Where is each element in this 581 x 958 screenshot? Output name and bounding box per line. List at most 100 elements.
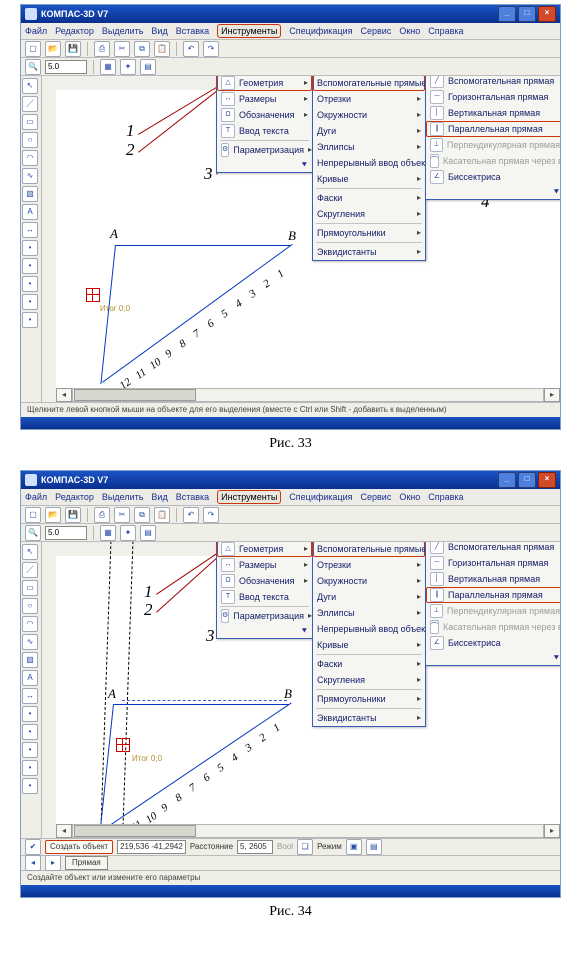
scroll-thumb[interactable]: [74, 825, 196, 837]
menu-help[interactable]: Справка: [428, 25, 463, 37]
menu-item-bisector[interactable]: ∠Биссектриса: [426, 169, 560, 185]
menu-item-rectangles[interactable]: Прямоугольники▸: [313, 225, 425, 241]
menu-item-equidistants[interactable]: Эквидистанты▸: [313, 244, 425, 260]
tool-hatch-icon[interactable]: ▨: [22, 652, 38, 668]
tool-dim-icon[interactable]: ↔: [22, 688, 38, 704]
tool-more1-icon[interactable]: •: [22, 706, 38, 722]
tool-open-icon[interactable]: 📂: [45, 41, 61, 57]
scroll-left-icon[interactable]: ◂: [56, 824, 72, 838]
menu-item-designations[interactable]: ΩОбозначения▸: [217, 107, 312, 123]
tool-more2-icon[interactable]: •: [22, 724, 38, 740]
drawing-canvas[interactable]: А В Итог 0;0 1 2 3 4 5 6 7 8 9: [56, 556, 546, 824]
scroll-track[interactable]: [72, 388, 544, 402]
menu-item-geometry[interactable]: △Геометрия▸: [217, 76, 312, 91]
tool-more4-icon[interactable]: •: [22, 294, 38, 310]
menu-item-text-input[interactable]: TВвод текста: [217, 123, 312, 139]
tool-zoom-icon[interactable]: 🔍: [25, 59, 41, 75]
tool-circle-icon[interactable]: ○: [22, 598, 38, 614]
menu-item-ellipses[interactable]: Эллипсы▸: [313, 605, 425, 621]
tool-text-icon[interactable]: A: [22, 670, 38, 686]
scroll-right-icon[interactable]: ▸: [544, 824, 560, 838]
tool-layer-icon[interactable]: ▤: [140, 59, 156, 75]
menu-item-parametrization[interactable]: ⚙Параметризация▸: [217, 608, 312, 624]
menu-item-fillets[interactable]: Скругления▸: [313, 206, 425, 222]
tool-layer-icon[interactable]: ▤: [140, 525, 156, 541]
menu-tools[interactable]: Инструменты: [217, 490, 281, 504]
menu-item-fillets[interactable]: Скругления▸: [313, 672, 425, 688]
menu-item-parametrization[interactable]: ⚙Параметризация▸: [217, 142, 312, 158]
menu-insert[interactable]: Вставка: [176, 25, 209, 37]
menu-service[interactable]: Сервис: [361, 491, 392, 503]
menu-item-equidistants[interactable]: Эквидистанты▸: [313, 710, 425, 726]
menu-item-parallel-line[interactable]: ∥Параллельная прямая: [426, 587, 560, 603]
tool-more3-icon[interactable]: •: [22, 276, 38, 292]
menu-item-designations[interactable]: ΩОбозначения▸: [217, 573, 312, 589]
coord-field[interactable]: 219,536 -41,2942: [117, 840, 186, 854]
tool-copy-icon[interactable]: ⧉: [134, 507, 150, 523]
tool-more5-icon[interactable]: •: [22, 778, 38, 794]
close-button[interactable]: ×: [538, 472, 556, 488]
tool-print-icon[interactable]: ⎙: [94, 507, 110, 523]
menu-tools[interactable]: Инструменты: [217, 24, 281, 38]
menu-item-circles[interactable]: Окружности▸: [313, 107, 425, 123]
tool-hatch-icon[interactable]: ▨: [22, 186, 38, 202]
menu-item-vert-line[interactable]: │Вертикальная прямая: [426, 105, 560, 121]
menu-item-bisector[interactable]: ∠Биссектриса: [426, 635, 560, 651]
tool-print-icon[interactable]: ⎙: [94, 41, 110, 57]
menu-service[interactable]: Сервис: [361, 25, 392, 37]
tool-save-icon[interactable]: 💾: [65, 507, 81, 523]
tool-arrow-icon[interactable]: ↖: [22, 78, 38, 94]
menu-item-dimensions[interactable]: ↔Размеры▸: [217, 91, 312, 107]
tool-spline-icon[interactable]: ∿: [22, 168, 38, 184]
tool-rect-icon[interactable]: ▭: [22, 114, 38, 130]
tool-grid-icon[interactable]: ▦: [100, 59, 116, 75]
scroll-track[interactable]: [72, 824, 544, 838]
menu-window[interactable]: Окно: [399, 25, 420, 37]
menu-help[interactable]: Справка: [428, 491, 463, 503]
tool-dim-icon[interactable]: ↔: [22, 222, 38, 238]
tool-more3-icon[interactable]: •: [22, 742, 38, 758]
menu-item-segments[interactable]: Отрезки▸: [313, 91, 425, 107]
menu-item-horiz-line[interactable]: ─Горизонтальная прямая: [426, 555, 560, 571]
drawing-canvas[interactable]: А В Итог 0;0 1 2 3 4 5 6 7 8 9: [56, 90, 546, 388]
tool-more2-icon[interactable]: •: [22, 258, 38, 274]
horizontal-scroll[interactable]: ◂ ▸: [56, 388, 560, 402]
tab-prev-icon[interactable]: ◂: [25, 855, 41, 871]
tool-spline-icon[interactable]: ∿: [22, 634, 38, 650]
menu-item-arcs[interactable]: Дуги▸: [313, 589, 425, 605]
maximize-button[interactable]: □: [518, 6, 536, 22]
menu-file[interactable]: Файл: [25, 25, 47, 37]
tool-circle-icon[interactable]: ○: [22, 132, 38, 148]
submenu-expand-icon[interactable]: ⯆: [301, 159, 308, 171]
menu-select[interactable]: Выделить: [102, 25, 144, 37]
menu-edit[interactable]: Редактор: [55, 491, 94, 503]
menu-view[interactable]: Вид: [151, 25, 167, 37]
scroll-left-icon[interactable]: ◂: [56, 388, 72, 402]
tool-copy-icon[interactable]: ⧉: [134, 41, 150, 57]
tool-arrow-icon[interactable]: ↖: [22, 544, 38, 560]
menu-item-aux-line[interactable]: ╱Вспомогательная прямая: [426, 542, 560, 555]
menu-item-rectangles[interactable]: Прямоугольники▸: [313, 691, 425, 707]
tool-paste-icon[interactable]: 📋: [154, 507, 170, 523]
tool-more4-icon[interactable]: •: [22, 760, 38, 776]
tool-new-icon[interactable]: ▢: [25, 41, 41, 57]
tool-line-icon[interactable]: ／: [22, 96, 38, 112]
menu-item-chamfers[interactable]: Фаски▸: [313, 656, 425, 672]
tool-zoom-icon[interactable]: 🔍: [25, 525, 41, 541]
menu-item-chamfers[interactable]: Фаски▸: [313, 190, 425, 206]
tool-line-icon[interactable]: ／: [22, 562, 38, 578]
menu-file[interactable]: Файл: [25, 491, 47, 503]
zoom-field[interactable]: 5.0: [45, 526, 87, 540]
menu-item-curves[interactable]: Кривые▸: [313, 171, 425, 187]
minimize-button[interactable]: _: [498, 472, 516, 488]
menu-item-arcs[interactable]: Дуги▸: [313, 123, 425, 139]
tool-redo-icon[interactable]: ↷: [203, 41, 219, 57]
menu-item-aux-lines[interactable]: Вспомогательные прямые▸: [313, 76, 425, 91]
menu-item-dimensions[interactable]: ↔Размеры▸: [217, 557, 312, 573]
submenu-expand-icon[interactable]: ⯆: [301, 625, 308, 637]
mode-icon-1[interactable]: ▣: [346, 839, 362, 855]
menu-item-aux-lines[interactable]: Вспомогательные прямые▸: [313, 542, 425, 557]
submenu-expand-icon[interactable]: ⯆: [553, 652, 560, 664]
menu-item-aux-line[interactable]: ╱Вспомогательная прямая: [426, 76, 560, 89]
menu-insert[interactable]: Вставка: [176, 491, 209, 503]
